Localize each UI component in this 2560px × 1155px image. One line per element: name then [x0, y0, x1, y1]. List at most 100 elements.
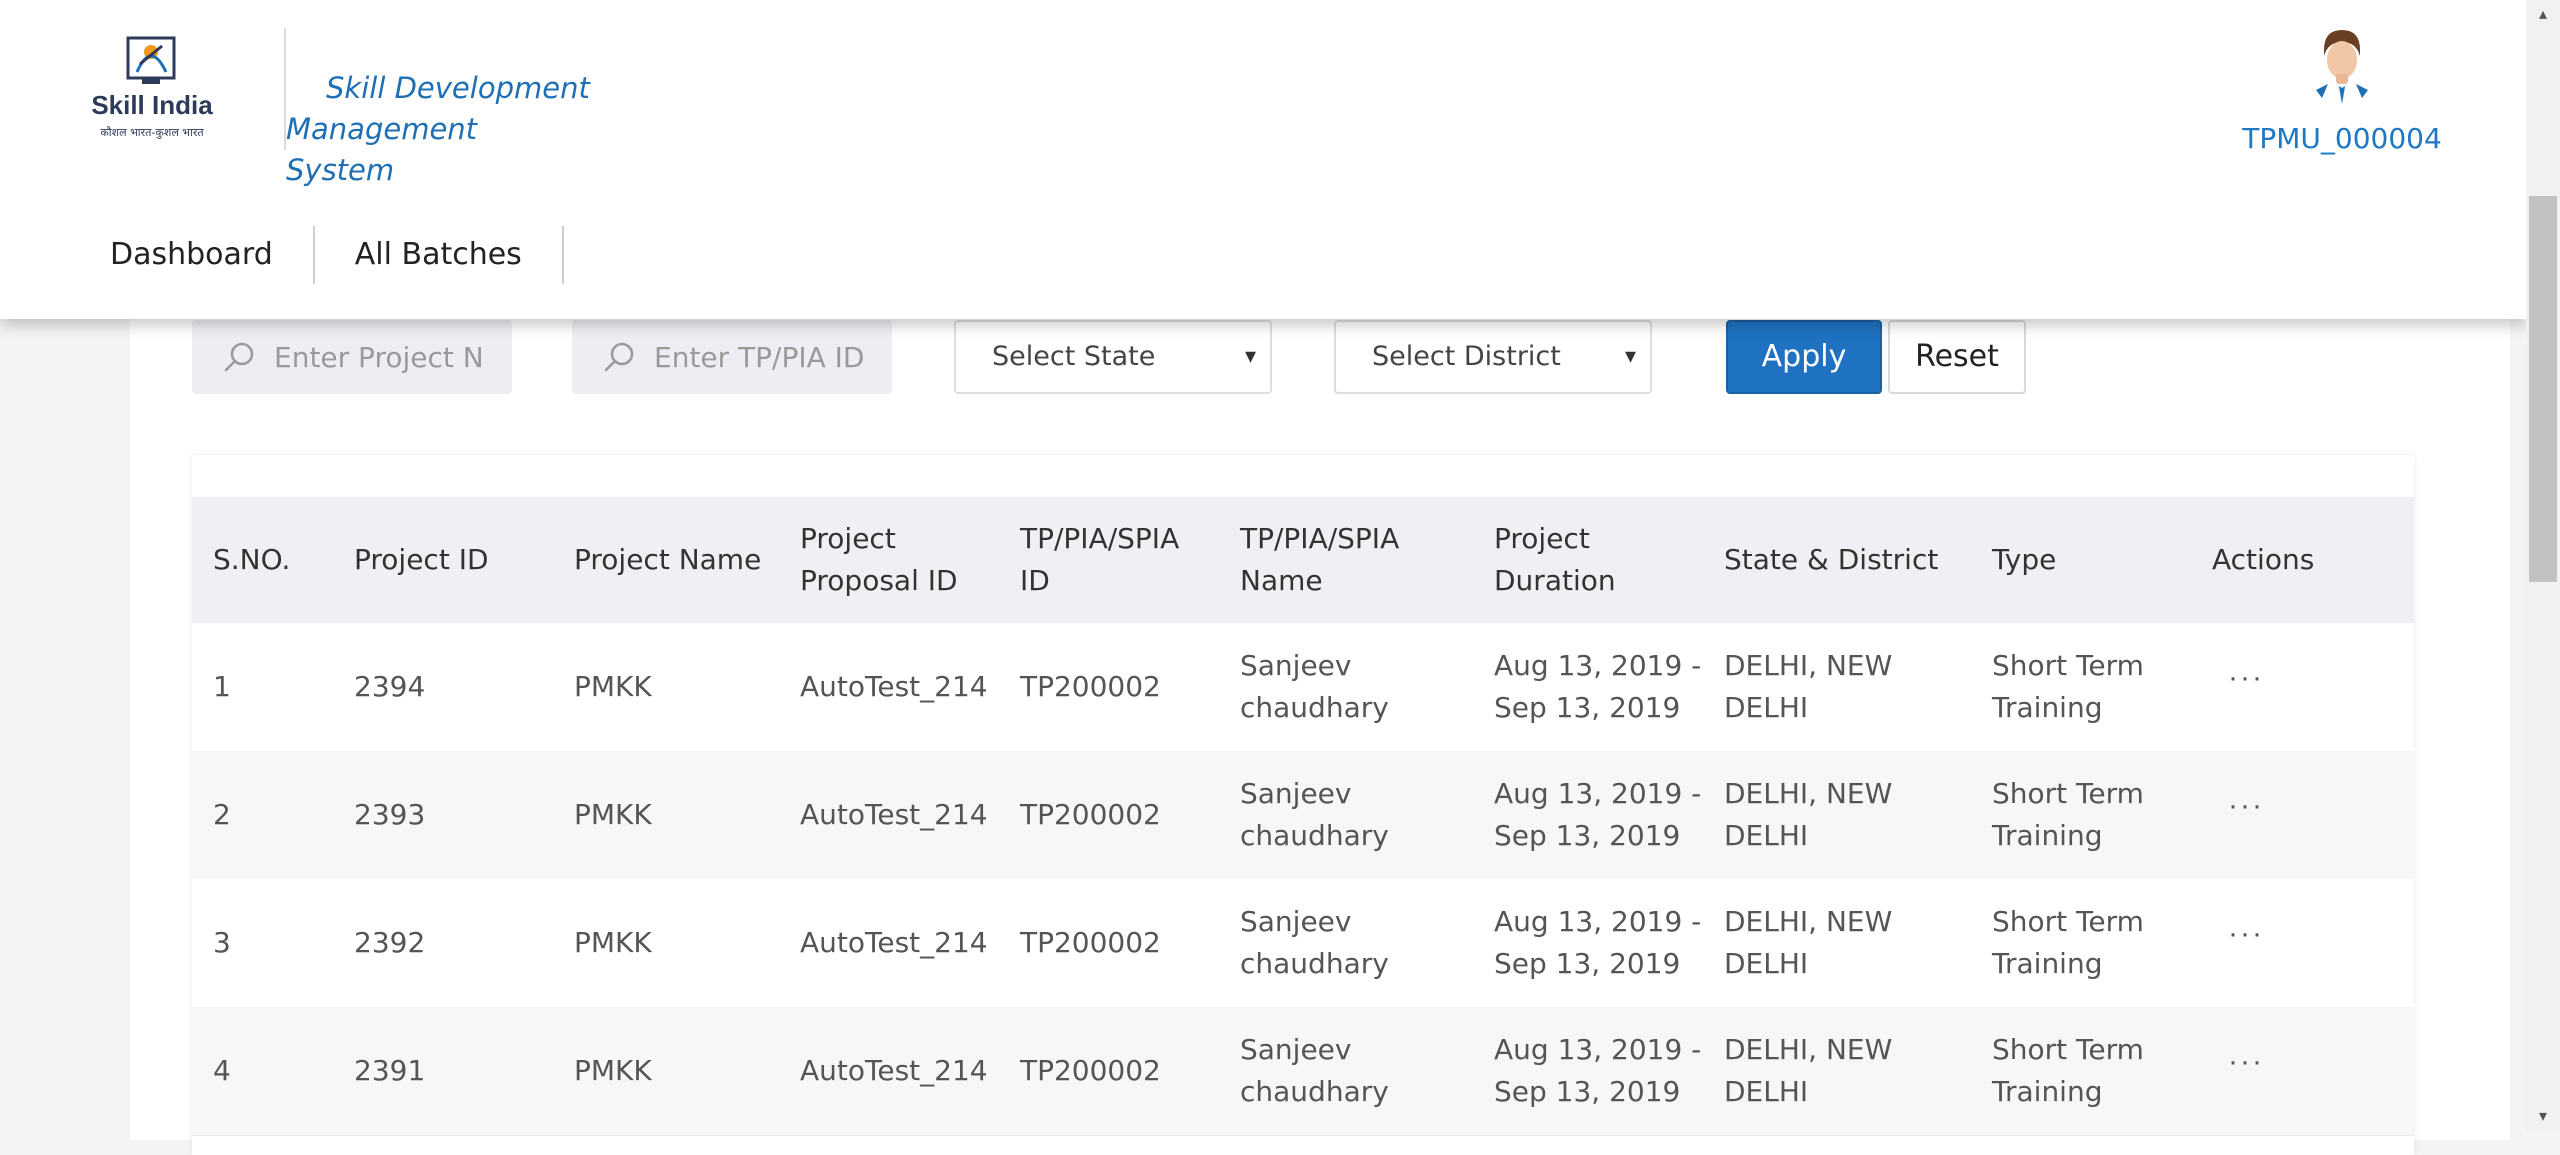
cell-tp-name-line2: chaudhary — [1240, 1075, 1389, 1108]
header-tp-id: TP/PIA/SPIA ID — [1020, 518, 1179, 602]
table-row: 3 2392 PMKK AutoTest_214 TP200002 Sanjee… — [192, 879, 2414, 1008]
header-tp-name: TP/PIA/SPIA Name — [1240, 518, 1399, 602]
avatar[interactable] — [2306, 28, 2378, 104]
header-tp-name-line2: Name — [1240, 564, 1323, 597]
page-scrollbar[interactable]: ▴ ▾ — [2526, 0, 2560, 1132]
cell-state-line1: DELHI, NEW — [1724, 649, 1893, 682]
header-type: Type — [1992, 543, 2057, 576]
cell-tp-id: TP200002 — [1020, 926, 1161, 959]
cell-tp-name-line2: chaudhary — [1240, 691, 1389, 724]
cell-duration-line1: Aug 13, 2019 - — [1494, 1033, 1702, 1066]
cell-duration-line1: Aug 13, 2019 - — [1494, 905, 1702, 938]
header-project-name: Project Name — [574, 543, 762, 576]
header-tp-name-line1: TP/PIA/SPIA — [1240, 522, 1400, 555]
cell-type-line1: Short Term — [1992, 905, 2144, 938]
cell-type: Short Term Training — [1992, 1029, 2144, 1113]
app-title-line2: System — [286, 153, 395, 187]
cell-type-line2: Training — [1992, 947, 2103, 980]
cell-project-name: PMKK — [574, 926, 652, 959]
cell-state-line1: DELHI, NEW — [1724, 777, 1893, 810]
header-duration: Project Duration — [1494, 518, 1616, 602]
cell-project-id: 2391 — [354, 1054, 426, 1087]
cell-sno: 2 — [213, 798, 231, 831]
cell-state-district: DELHI, NEW DELHI — [1724, 773, 1892, 857]
cell-tp-name-line1: Sanjeev — [1240, 905, 1352, 938]
app-title-line1: Skill Development Management — [286, 71, 590, 146]
row-actions-button[interactable]: ··· — [2228, 791, 2264, 821]
state-select-label: Select State — [992, 341, 1156, 372]
cell-duration: Aug 13, 2019 - Sep 13, 2019 — [1494, 773, 1701, 857]
logo-subtext: कौशल भारत-कुशल भारत — [100, 126, 204, 139]
row-actions-button[interactable]: ··· — [2228, 663, 2264, 693]
cell-duration-line2: Sep 13, 2019 — [1494, 819, 1681, 852]
table-row: 2 2393 PMKK AutoTest_214 TP200002 Sanjee… — [192, 751, 2414, 880]
cell-state-district: DELHI, NEW DELHI — [1724, 1029, 1892, 1113]
cell-project-id: 2394 — [354, 670, 426, 703]
nav-item-dashboard[interactable]: Dashboard — [70, 226, 315, 284]
apply-button[interactable]: Apply — [1726, 320, 1882, 394]
row-actions-button[interactable]: ··· — [2228, 919, 2264, 949]
scroll-thumb[interactable] — [2529, 196, 2557, 582]
scroll-down-arrow-icon[interactable]: ▾ — [2526, 1102, 2560, 1132]
scroll-up-arrow-icon[interactable]: ▴ — [2526, 0, 2560, 30]
cell-state-line2: DELHI — [1724, 691, 1809, 724]
header-actions: Actions — [2212, 543, 2315, 576]
cell-duration: Aug 13, 2019 - Sep 13, 2019 — [1494, 645, 1701, 729]
cell-type-line2: Training — [1992, 819, 2103, 852]
cell-state-line1: DELHI, NEW — [1724, 1033, 1893, 1066]
cell-project-name: PMKK — [574, 670, 652, 703]
header-proposal-id-line2: Proposal ID — [800, 564, 958, 597]
header-tp-id-line1: TP/PIA/SPIA — [1020, 522, 1180, 555]
header-duration-line1: Project — [1494, 522, 1590, 555]
project-name-search[interactable] — [192, 320, 512, 394]
cell-proposal-id: AutoTest_214 — [800, 1054, 988, 1087]
cell-proposal-id: AutoTest_214 — [800, 670, 988, 703]
header-proposal-id: Project Proposal ID — [800, 518, 958, 602]
cell-duration-line1: Aug 13, 2019 - — [1494, 777, 1702, 810]
cell-tp-id: TP200002 — [1020, 798, 1161, 831]
chevron-down-icon: ▾ — [1624, 344, 1636, 369]
cell-type-line2: Training — [1992, 1075, 2103, 1108]
cell-tp-name-line2: chaudhary — [1240, 947, 1389, 980]
cell-duration-line1: Aug 13, 2019 - — [1494, 649, 1702, 682]
cell-tp-name: Sanjeev chaudhary — [1240, 773, 1389, 857]
state-select[interactable]: Select State ▾ — [954, 320, 1272, 394]
app-title: Skill Development Management System — [286, 68, 786, 191]
skill-india-logo[interactable]: Skill India कौशल भारत-कुशल भारत — [82, 34, 222, 146]
cell-tp-name-line1: Sanjeev — [1240, 777, 1352, 810]
cell-state-line1: DELHI, NEW — [1724, 905, 1893, 938]
search-icon — [224, 342, 254, 372]
cell-state-district: DELHI, NEW DELHI — [1724, 645, 1892, 729]
tp-pia-search[interactable] — [572, 320, 892, 394]
header-tp-id-line2: ID — [1020, 564, 1050, 597]
district-select-label: Select District — [1372, 341, 1561, 372]
cell-proposal-id: AutoTest_214 — [800, 798, 988, 831]
cell-state-district: DELHI, NEW DELHI — [1724, 901, 1892, 985]
cell-tp-id: TP200002 — [1020, 1054, 1161, 1087]
cell-state-line2: DELHI — [1724, 1075, 1809, 1108]
district-select[interactable]: Select District ▾ — [1334, 320, 1652, 394]
table-row: 1 2394 PMKK AutoTest_214 TP200002 Sanjee… — [192, 623, 2414, 752]
projects-table: S.NO. Project ID Project Name Project Pr… — [192, 455, 2414, 1155]
reset-button[interactable]: Reset — [1888, 320, 2026, 394]
search-icon — [604, 342, 634, 372]
tp-pia-input[interactable] — [652, 339, 866, 375]
top-header: Skill India कौशल भारत-कुशल भारत Skill De… — [0, 0, 2526, 319]
cell-sno: 3 — [213, 926, 231, 959]
header-sno: S.NO. — [213, 543, 291, 576]
cell-state-line2: DELHI — [1724, 819, 1809, 852]
project-name-input[interactable] — [272, 339, 486, 375]
cell-tp-name: Sanjeev chaudhary — [1240, 645, 1389, 729]
cell-project-id: 2392 — [354, 926, 426, 959]
cell-duration-line2: Sep 13, 2019 — [1494, 1075, 1681, 1108]
user-id-label[interactable]: TPMU_000004 — [2190, 122, 2494, 155]
cell-proposal-id: AutoTest_214 — [800, 926, 988, 959]
row-actions-button[interactable]: ··· — [2228, 1047, 2264, 1077]
cell-tp-name-line2: chaudhary — [1240, 819, 1389, 852]
cell-type: Short Term Training — [1992, 773, 2144, 857]
nav-item-all-batches[interactable]: All Batches — [315, 226, 564, 284]
logo-text: Skill India — [91, 90, 213, 120]
cell-tp-id: TP200002 — [1020, 670, 1161, 703]
cell-duration-line2: Sep 13, 2019 — [1494, 947, 1681, 980]
header-duration-line2: Duration — [1494, 564, 1616, 597]
